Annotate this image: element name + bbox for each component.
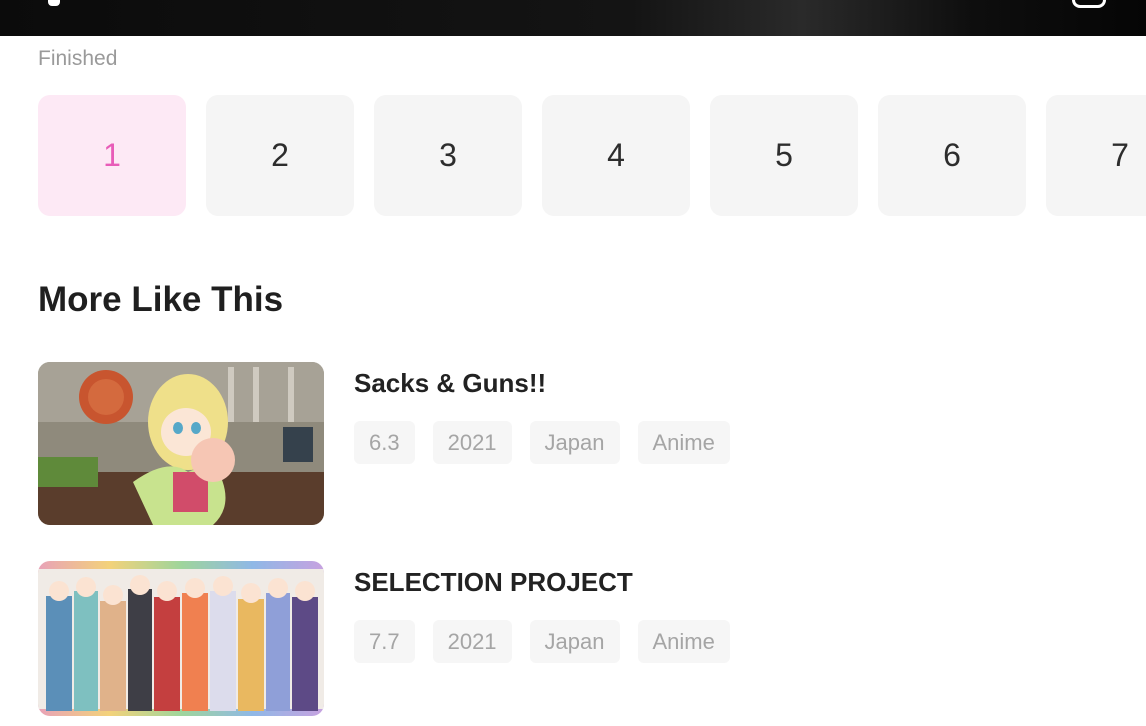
episode-button-6[interactable]: 6 <box>878 95 1026 216</box>
episode-list: 1 2 3 4 5 6 7 <box>38 95 1146 216</box>
tag-row: 6.3 2021 Japan Anime <box>354 421 730 464</box>
year-tag: 2021 <box>432 421 512 464</box>
status-label: Finished <box>38 47 118 70</box>
episode-button-4[interactable]: 4 <box>542 95 690 216</box>
region-tag: Japan <box>529 421 620 464</box>
episode-button-1[interactable]: 1 <box>38 95 186 216</box>
episode-button-3[interactable]: 3 <box>374 95 522 216</box>
episode-button-7[interactable]: 7 <box>1046 95 1146 216</box>
recommendation-card[interactable]: SELECTION PROJECT 7.7 2021 Japan Anime <box>38 561 1138 726</box>
genre-tag: Anime <box>637 421 730 464</box>
card-title[interactable]: Sacks & Guns!! <box>354 368 546 399</box>
card-title[interactable]: SELECTION PROJECT <box>354 567 633 598</box>
year-tag: 2021 <box>432 620 512 663</box>
region-tag: Japan <box>529 620 620 663</box>
tag-row: 7.7 2021 Japan Anime <box>354 620 730 663</box>
episode-button-5[interactable]: 5 <box>710 95 858 216</box>
genre-tag: Anime <box>637 620 730 663</box>
episode-button-2[interactable]: 2 <box>206 95 354 216</box>
section-title: More Like This <box>38 280 284 319</box>
back-icon[interactable] <box>48 0 60 6</box>
poster-thumbnail[interactable] <box>38 561 324 716</box>
rating-tag: 6.3 <box>354 421 415 464</box>
poster-thumbnail[interactable] <box>38 362 324 525</box>
rating-tag: 7.7 <box>354 620 415 663</box>
recommendation-card[interactable]: Sacks & Guns!! 6.3 2021 Japan Anime <box>38 362 1138 527</box>
video-banner[interactable] <box>0 0 1146 36</box>
cast-icon[interactable] <box>1072 0 1106 8</box>
